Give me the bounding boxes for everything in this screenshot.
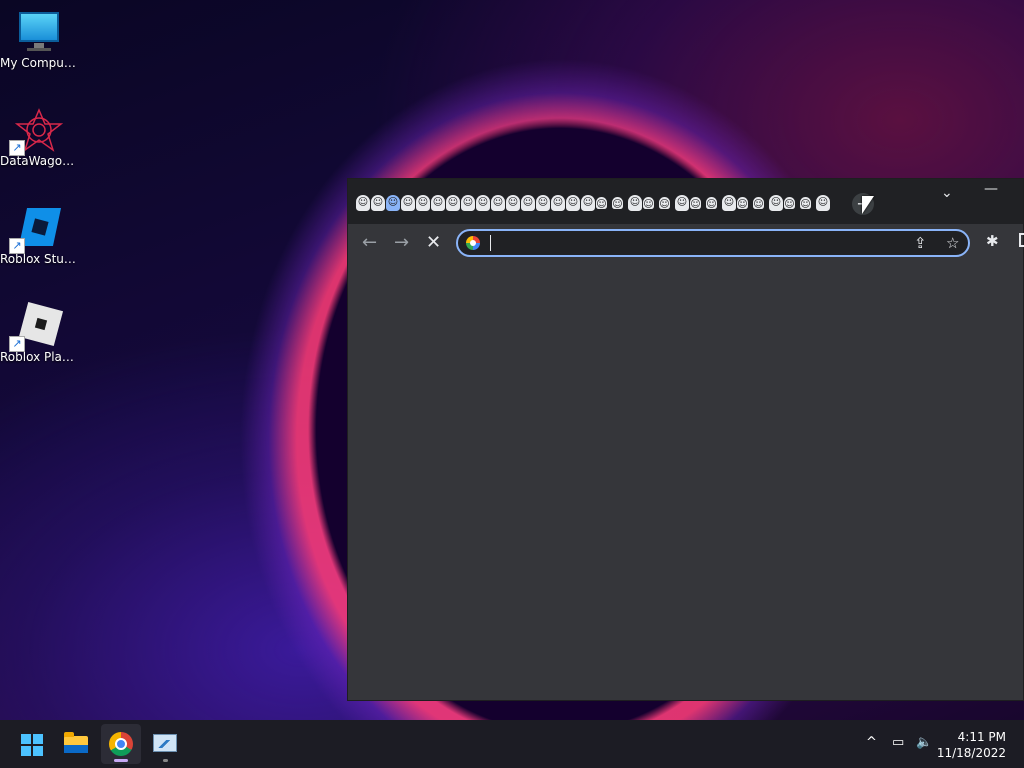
running-indicator [163, 759, 168, 762]
shortcut-arrow-icon: ↗ [9, 238, 25, 254]
tab[interactable]: ☺ [476, 195, 490, 211]
file-explorer-button[interactable] [56, 724, 96, 764]
roblox-player-icon: ↗ [9, 301, 64, 352]
tab[interactable]: ☺ [371, 195, 385, 211]
address-bar[interactable]: ⇪ ☆ [456, 229, 970, 257]
tab[interactable]: ☺ [816, 195, 830, 211]
datawagon-icon: ↗ [9, 108, 64, 156]
tab[interactable]: ☺ [566, 195, 580, 211]
tab-active[interactable]: ☺ [386, 195, 400, 211]
tab-list: ☺ ☺ ☺ ☺ ☺ ☺ ☺ ☺ ☺ ☺ ☺ ☺ ☺ ☺ ☺ ☺ ☺ ☺ ☺ ☺ ☺ ☺ ☺ ☺ ☺ ☺ ☺ ☺ ☺ ☺ ☺ [356, 195, 830, 211]
share-icon[interactable]: ⇪ [914, 234, 927, 252]
tab[interactable]: ☺ [356, 195, 370, 211]
stop-loading-icon[interactable]: ✕ [426, 232, 441, 253]
desktop-icon-label: My Computer [0, 56, 78, 70]
clock-time: 4:11 PM [957, 730, 1006, 744]
tab[interactable]: ☺ [769, 195, 783, 211]
clock-date: 11/18/2022 [936, 746, 1006, 760]
tab[interactable]: ☺ [643, 197, 654, 210]
tab[interactable]: ☺ [800, 197, 811, 210]
tab[interactable]: ☺ [446, 195, 460, 211]
text-cursor [490, 235, 491, 251]
folder-icon [64, 732, 88, 753]
tab[interactable]: ☺ [491, 195, 505, 211]
active-indicator [114, 759, 128, 762]
clock[interactable]: 4:11 PM 11/18/2022 [937, 729, 1006, 761]
side-panel-icon[interactable] [1019, 233, 1024, 247]
mouse-pointer-icon [862, 196, 874, 214]
computer-monitor-icon [15, 10, 63, 54]
minimize-button[interactable]: — [984, 181, 998, 197]
tab[interactable]: ☺ [521, 195, 535, 211]
shortcut-arrow-icon: ↗ [9, 336, 25, 352]
roblox-studio-icon: ↗ [9, 206, 63, 254]
tab[interactable]: ☺ [612, 197, 623, 210]
desktop-icon-roblox-player[interactable]: ↗ Roblox Player [0, 296, 78, 364]
tab[interactable]: ☺ [784, 197, 795, 210]
desktop-icon-label: Roblox Player [0, 350, 78, 364]
bookmark-star-icon[interactable]: ☆ [946, 234, 959, 252]
tab-strip: ☺ ☺ ☺ ☺ ☺ ☺ ☺ ☺ ☺ ☺ ☺ ☺ ☺ ☺ ☺ ☺ ☺ ☺ ☺ ☺ ☺ ☺ ☺ ☺ ☺ ☺ ☺ ☺ ☺ ☺ ☺ + ⌄ — [348, 179, 1023, 224]
desktop-icon-datawagon[interactable]: ↗ DataWagon... [0, 100, 78, 168]
tab[interactable]: ☺ [722, 195, 736, 211]
google-g-icon [466, 236, 480, 250]
extensions-puzzle-icon[interactable]: ✱ [986, 232, 999, 250]
start-button[interactable] [12, 724, 52, 764]
tab[interactable]: ☺ [706, 197, 717, 210]
back-arrow-icon[interactable]: ← [362, 232, 377, 253]
volume-icon[interactable]: 🔈 [916, 735, 932, 750]
desktop-icon-label: Roblox Studio [0, 252, 78, 266]
forward-arrow-icon[interactable]: → [394, 232, 409, 253]
tab[interactable]: ☺ [659, 197, 670, 210]
chrome-icon [109, 732, 133, 756]
tab[interactable]: ☺ [753, 197, 764, 210]
show-hidden-icons-chevron-icon[interactable]: ^ [866, 735, 877, 750]
tab[interactable]: ☺ [581, 195, 595, 211]
page-content [348, 262, 1023, 700]
performance-monitor-icon [153, 734, 177, 752]
tab[interactable]: ☺ [536, 195, 550, 211]
desktop-icon-label: DataWagon... [0, 154, 78, 168]
tab[interactable]: ☺ [675, 195, 689, 211]
tab[interactable]: ☺ [431, 195, 445, 211]
taskbar: ^ ▭ 🔈 4:11 PM 11/18/2022 [0, 720, 1024, 768]
tab[interactable]: ☺ [416, 195, 430, 211]
chrome-window[interactable]: ☺ ☺ ☺ ☺ ☺ ☺ ☺ ☺ ☺ ☺ ☺ ☺ ☺ ☺ ☺ ☺ ☺ ☺ ☺ ☺ ☺ ☺ ☺ ☺ ☺ ☺ ☺ ☺ ☺ ☺ ☺ + ⌄ — ← … [347, 178, 1024, 701]
tab[interactable]: ☺ [461, 195, 475, 211]
shortcut-arrow-icon: ↗ [9, 140, 25, 156]
browser-toolbar: ← → ✕ ⇪ ☆ ✱ [348, 224, 1024, 262]
chrome-taskbar-button[interactable] [101, 724, 141, 764]
tab[interactable]: ☺ [506, 195, 520, 211]
desktop-icon-roblox-studio[interactable]: ↗ Roblox Studio [0, 198, 78, 266]
tab[interactable]: ☺ [690, 197, 701, 210]
task-manager-button[interactable] [145, 724, 185, 764]
tab[interactable]: ☺ [596, 197, 607, 210]
tab-search-chevron-icon[interactable]: ⌄ [941, 185, 953, 201]
windows-logo-icon [21, 734, 43, 756]
desktop-icon-my-computer[interactable]: My Computer [0, 2, 78, 70]
tab[interactable]: ☺ [628, 195, 642, 211]
tab[interactable]: ☺ [551, 195, 565, 211]
tab[interactable]: ☺ [401, 195, 415, 211]
tab[interactable]: ☺ [737, 197, 748, 210]
network-icon[interactable]: ▭ [892, 735, 904, 750]
